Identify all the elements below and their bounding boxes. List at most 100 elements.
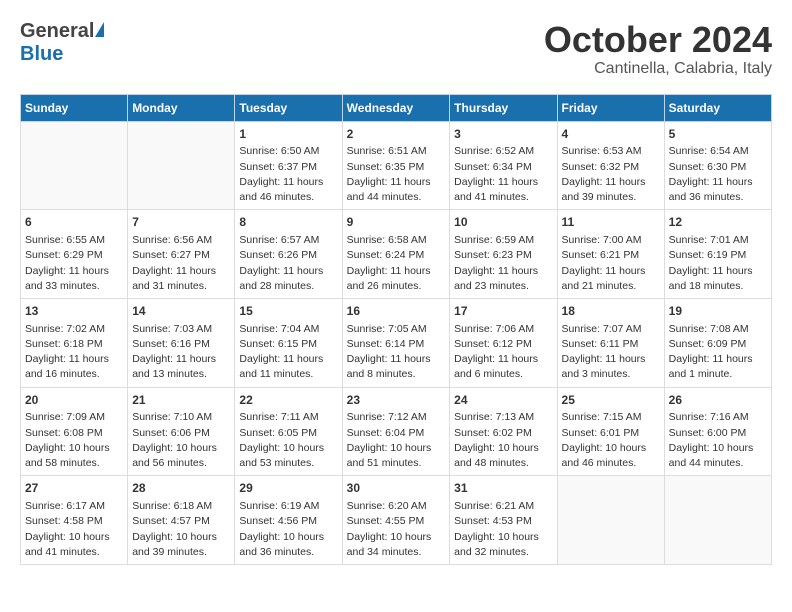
calendar-cell: 23Sunrise: 7:12 AM Sunset: 6:04 PM Dayli… bbox=[342, 387, 450, 476]
day-info: Sunrise: 6:55 AM Sunset: 6:29 PM Dayligh… bbox=[25, 233, 123, 294]
day-info: Sunrise: 6:18 AM Sunset: 4:57 PM Dayligh… bbox=[132, 499, 230, 560]
day-number: 14 bbox=[132, 303, 230, 320]
day-number: 30 bbox=[347, 480, 446, 497]
page-header: General Blue October 2024 Cantinella, Ca… bbox=[20, 20, 772, 78]
calendar-cell bbox=[557, 476, 664, 565]
day-number: 2 bbox=[347, 126, 446, 143]
day-number: 23 bbox=[347, 392, 446, 409]
day-number: 4 bbox=[562, 126, 660, 143]
calendar-cell: 15 Sunrise: 7:04 AM Sunset: 6:15 PM Dayli… bbox=[235, 298, 342, 387]
calendar-cell: 17 Sunrise: 7:06 AM Sunset: 6:12 PM Dayli… bbox=[450, 298, 557, 387]
day-number: 13 bbox=[25, 303, 123, 320]
calendar-cell bbox=[664, 476, 771, 565]
day-number: 24 bbox=[454, 392, 552, 409]
calendar-cell bbox=[128, 121, 235, 210]
day-number: 1 bbox=[239, 126, 337, 143]
calendar-header-row: SundayMondayTuesdayWednesdayThursdayFrid… bbox=[21, 94, 772, 121]
day-info: Sunrise: 6:20 AM Sunset: 4:55 PM Dayligh… bbox=[347, 499, 446, 560]
calendar-cell: 5Sunrise: 6:54 AM Sunset: 6:30 PM Daylig… bbox=[664, 121, 771, 210]
calendar-cell: 1Sunrise: 6:50 AM Sunset: 6:37 PM Daylig… bbox=[235, 121, 342, 210]
day-number: 25 bbox=[562, 392, 660, 409]
day-number: 6 bbox=[25, 214, 123, 231]
day-number: 8 bbox=[239, 214, 337, 231]
day-number: 16 bbox=[347, 303, 446, 320]
header-saturday: Saturday bbox=[664, 94, 771, 121]
logo-blue: Blue bbox=[20, 43, 63, 65]
day-info: Sunrise: 7:10 AM Sunset: 6:06 PM Dayligh… bbox=[132, 410, 230, 471]
calendar-cell: 8Sunrise: 6:57 AM Sunset: 6:26 PM Daylig… bbox=[235, 210, 342, 299]
day-info: Sunrise: 7:15 AM Sunset: 6:01 PM Dayligh… bbox=[562, 410, 660, 471]
header-monday: Monday bbox=[128, 94, 235, 121]
day-number: 26 bbox=[669, 392, 767, 409]
day-number: 29 bbox=[239, 480, 337, 497]
calendar-cell bbox=[21, 121, 128, 210]
calendar-cell: 31 Sunrise: 6:21 AM Sunset: 4:53 PM Dayli… bbox=[450, 476, 557, 565]
title-section: October 2024 Cantinella, Calabria, Italy bbox=[544, 20, 772, 78]
day-number: 5 bbox=[669, 126, 767, 143]
day-info: Sunrise: 7:01 AM Sunset: 6:19 PM Dayligh… bbox=[669, 233, 767, 294]
day-info: Sunrise: 6:50 AM Sunset: 6:37 PM Dayligh… bbox=[239, 144, 337, 205]
day-number: 9 bbox=[347, 214, 446, 231]
calendar-cell: 4Sunrise: 6:53 AM Sunset: 6:32 PM Daylig… bbox=[557, 121, 664, 210]
calendar-week-row: 13 Sunrise: 7:02 AM Sunset: 6:18 PM Dayli… bbox=[21, 298, 772, 387]
header-sunday: Sunday bbox=[21, 94, 128, 121]
logo-triangle-icon bbox=[95, 22, 104, 37]
calendar-cell: 20Sunrise: 7:09 AM Sunset: 6:08 PM Dayli… bbox=[21, 387, 128, 476]
calendar-cell: 30 Sunrise: 6:20 AM Sunset: 4:55 PM Dayli… bbox=[342, 476, 450, 565]
day-number: 15 bbox=[239, 303, 337, 320]
day-info: Sunrise: 6:54 AM Sunset: 6:30 PM Dayligh… bbox=[669, 144, 767, 205]
day-info: Sunrise: 7:02 AM Sunset: 6:18 PM Dayligh… bbox=[25, 322, 123, 383]
day-info: Sunrise: 7:03 AM Sunset: 6:16 PM Dayligh… bbox=[132, 322, 230, 383]
calendar-cell: 3Sunrise: 6:52 AM Sunset: 6:34 PM Daylig… bbox=[450, 121, 557, 210]
day-number: 20 bbox=[25, 392, 123, 409]
calendar-table: SundayMondayTuesdayWednesdayThursdayFrid… bbox=[20, 94, 772, 565]
day-info: Sunrise: 7:04 AM Sunset: 6:15 PM Dayligh… bbox=[239, 322, 337, 383]
day-info: Sunrise: 6:59 AM Sunset: 6:23 PM Dayligh… bbox=[454, 233, 552, 294]
day-number: 10 bbox=[454, 214, 552, 231]
day-number: 7 bbox=[132, 214, 230, 231]
calendar-cell: 22Sunrise: 7:11 AM Sunset: 6:05 PM Dayli… bbox=[235, 387, 342, 476]
day-info: Sunrise: 7:00 AM Sunset: 6:21 PM Dayligh… bbox=[562, 233, 660, 294]
location-title: Cantinella, Calabria, Italy bbox=[544, 60, 772, 78]
calendar-cell: 11Sunrise: 7:00 AM Sunset: 6:21 PM Dayli… bbox=[557, 210, 664, 299]
calendar-cell: 12Sunrise: 7:01 AM Sunset: 6:19 PM Dayli… bbox=[664, 210, 771, 299]
calendar-week-row: 20Sunrise: 7:09 AM Sunset: 6:08 PM Dayli… bbox=[21, 387, 772, 476]
calendar-cell: 29 Sunrise: 6:19 AM Sunset: 4:56 PM Dayli… bbox=[235, 476, 342, 565]
day-info: Sunrise: 6:21 AM Sunset: 4:53 PM Dayligh… bbox=[454, 499, 552, 560]
day-info: Sunrise: 7:06 AM Sunset: 6:12 PM Dayligh… bbox=[454, 322, 552, 383]
logo: General Blue bbox=[20, 20, 104, 66]
calendar-cell: 18 Sunrise: 7:07 AM Sunset: 6:11 PM Dayli… bbox=[557, 298, 664, 387]
month-title: October 2024 bbox=[544, 20, 772, 60]
day-info: Sunrise: 6:19 AM Sunset: 4:56 PM Dayligh… bbox=[239, 499, 337, 560]
calendar-cell: 26Sunrise: 7:16 AM Sunset: 6:00 PM Dayli… bbox=[664, 387, 771, 476]
header-wednesday: Wednesday bbox=[342, 94, 450, 121]
day-number: 21 bbox=[132, 392, 230, 409]
day-number: 27 bbox=[25, 480, 123, 497]
day-number: 18 bbox=[562, 303, 660, 320]
day-info: Sunrise: 6:58 AM Sunset: 6:24 PM Dayligh… bbox=[347, 233, 446, 294]
day-info: Sunrise: 6:51 AM Sunset: 6:35 PM Dayligh… bbox=[347, 144, 446, 205]
day-info: Sunrise: 6:53 AM Sunset: 6:32 PM Dayligh… bbox=[562, 144, 660, 205]
day-info: Sunrise: 7:11 AM Sunset: 6:05 PM Dayligh… bbox=[239, 410, 337, 471]
day-info: Sunrise: 7:07 AM Sunset: 6:11 PM Dayligh… bbox=[562, 322, 660, 383]
calendar-cell: 24Sunrise: 7:13 AM Sunset: 6:02 PM Dayli… bbox=[450, 387, 557, 476]
header-tuesday: Tuesday bbox=[235, 94, 342, 121]
calendar-week-row: 1Sunrise: 6:50 AM Sunset: 6:37 PM Daylig… bbox=[21, 121, 772, 210]
calendar-cell: 27Sunrise: 6:17 AM Sunset: 4:58 PM Dayli… bbox=[21, 476, 128, 565]
day-info: Sunrise: 7:16 AM Sunset: 6:00 PM Dayligh… bbox=[669, 410, 767, 471]
day-info: Sunrise: 7:09 AM Sunset: 6:08 PM Dayligh… bbox=[25, 410, 123, 471]
day-number: 31 bbox=[454, 480, 552, 497]
day-info: Sunrise: 7:05 AM Sunset: 6:14 PM Dayligh… bbox=[347, 322, 446, 383]
day-number: 17 bbox=[454, 303, 552, 320]
logo-general: General bbox=[20, 20, 94, 43]
day-number: 19 bbox=[669, 303, 767, 320]
calendar-cell: 13 Sunrise: 7:02 AM Sunset: 6:18 PM Dayli… bbox=[21, 298, 128, 387]
calendar-cell: 6 Sunrise: 6:55 AM Sunset: 6:29 PM Daylig… bbox=[21, 210, 128, 299]
day-info: Sunrise: 6:52 AM Sunset: 6:34 PM Dayligh… bbox=[454, 144, 552, 205]
calendar-cell: 9 Sunrise: 6:58 AM Sunset: 6:24 PM Daylig… bbox=[342, 210, 450, 299]
day-number: 28 bbox=[132, 480, 230, 497]
calendar-cell: 2Sunrise: 6:51 AM Sunset: 6:35 PM Daylig… bbox=[342, 121, 450, 210]
header-friday: Friday bbox=[557, 94, 664, 121]
header-thursday: Thursday bbox=[450, 94, 557, 121]
calendar-cell: 19Sunrise: 7:08 AM Sunset: 6:09 PM Dayli… bbox=[664, 298, 771, 387]
